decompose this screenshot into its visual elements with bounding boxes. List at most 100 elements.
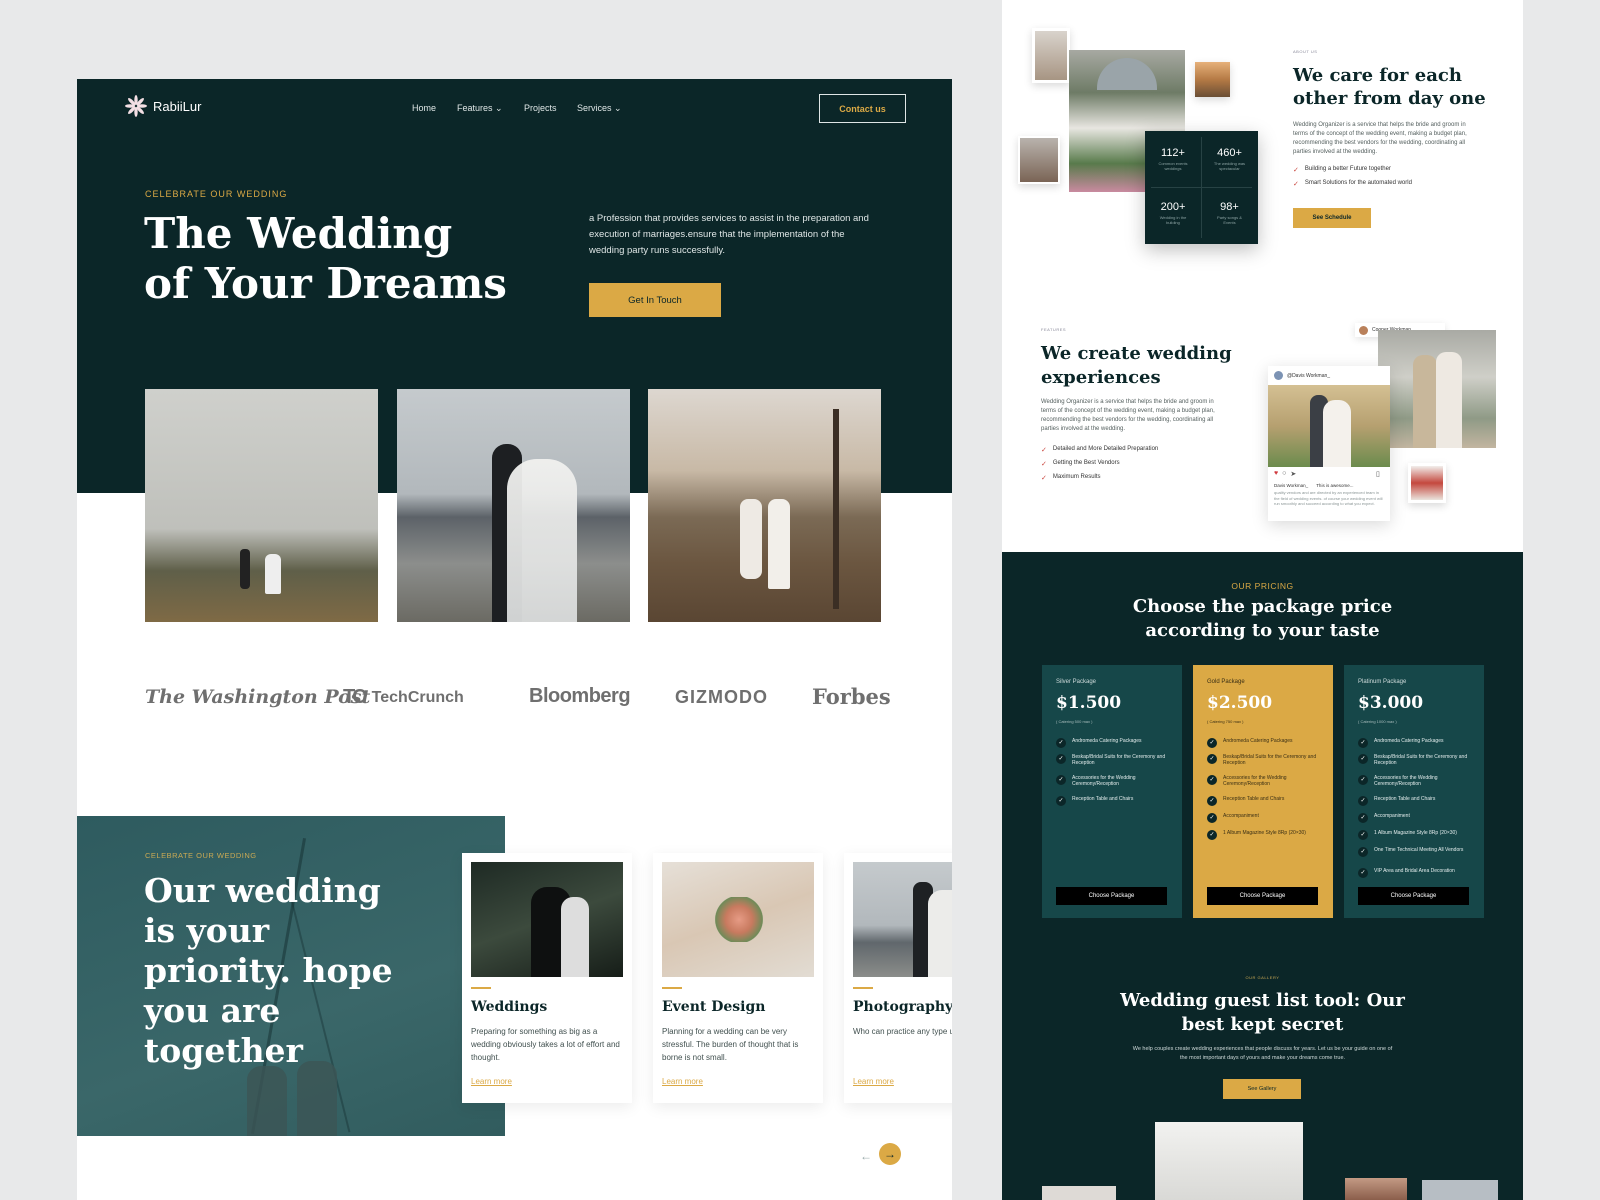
learn-more-link[interactable]: Learn more (662, 1077, 703, 1086)
share-icon[interactable]: ➤ (1290, 470, 1296, 478)
package-feature-text: Andromeda Catering Packages (1072, 738, 1142, 744)
gallery-title-line1: Wedding guest list tool: Our (1120, 990, 1405, 1011)
card-title: Weddings (471, 999, 548, 1015)
package-feature: ✓ One Time Technical Meeting All Vendors (1358, 847, 1474, 857)
collage-photo-small-1 (1032, 28, 1070, 83)
package-note: ( Catering 1000 max ) (1358, 719, 1397, 724)
post-caption-text: This is awesome... (1316, 483, 1354, 488)
see-gallery-button[interactable]: See Gallery (1223, 1079, 1301, 1099)
package-feature: ✓ Accompaniment (1358, 813, 1474, 823)
collage-photo-small-3 (1018, 136, 1060, 184)
package-feature: ✓ Beskap/Bridal Suits for the Ceremony an… (1207, 754, 1323, 766)
choose-package-button[interactable]: Choose Package (1056, 887, 1167, 905)
post-actions: ♥ ○ ➤ (1274, 470, 1296, 478)
bookmark-icon[interactable]: ▯ (1376, 470, 1380, 478)
stat-label: Common events weddings (1158, 161, 1188, 171)
gallery-title-line2: best kept secret (1181, 1014, 1344, 1035)
nav-home[interactable]: Home (412, 103, 436, 113)
package-feature: ✓ Andromeda Catering Packages (1207, 738, 1323, 748)
package-note: ( Catering 750 max ) (1207, 719, 1244, 724)
heart-icon[interactable]: ♥ (1274, 470, 1278, 478)
check-icon: ✓ (1041, 447, 1047, 454)
card-accent-bar (853, 987, 873, 989)
check-icon: ✓ (1358, 796, 1368, 806)
package-feature-text: Beskap/Bridal Suits for the Ceremony and… (1072, 754, 1166, 766)
post-caption: Davis Workman_ This is awesome... (1274, 483, 1353, 488)
package-feature: ✓ Andromeda Catering Packages (1358, 738, 1474, 748)
package-feature-text: Andromeda Catering Packages (1374, 738, 1444, 744)
card-photo-photography (853, 862, 952, 977)
choose-package-button[interactable]: Choose Package (1358, 887, 1469, 905)
nav-features-label: Features (457, 103, 493, 113)
about-text: Wedding Organizer is a service that help… (1293, 122, 1467, 155)
card-photography[interactable]: Photography Who can practice any type un… (844, 853, 952, 1103)
package-feature-text: Beskap/Bridal Suits for the Ceremony and… (1223, 754, 1317, 766)
package-feature-text: Accessories for the Wedding Ceremony/Rec… (1374, 775, 1438, 787)
check-icon: ✓ (1207, 830, 1217, 840)
package-feature-text: 1 Album Magazine Style 8Rp (20×30) (1374, 830, 1457, 836)
about-eyebrow: ABOUT US (1293, 49, 1318, 54)
card-text: Who can practice any type unless it is b… (853, 1027, 952, 1036)
about-bullet-text: Smart Solutions for the automated world (1304, 180, 1412, 186)
contact-button[interactable]: Contact us (819, 94, 906, 123)
package-platinum: Platinum Package $3.000 ( Catering 1000 … (1344, 665, 1484, 918)
nav-services[interactable]: Services ⌄ (577, 103, 622, 114)
features-photo-couple (1378, 330, 1496, 448)
card-photo-weddings (471, 862, 623, 977)
nav-projects[interactable]: Projects (524, 103, 557, 113)
brand-logo[interactable]: RabiiLur (125, 95, 201, 117)
chevron-down-icon: ⌄ (495, 103, 503, 113)
check-icon: ✓ (1041, 461, 1047, 468)
features-bullet: ✓ Getting the Best Vendors (1041, 460, 1120, 468)
gallery-title: Wedding guest list tool: Our best kept s… (1002, 989, 1523, 1037)
card-accent-bar (662, 987, 682, 989)
pricing-title-line1: Choose the package price (1132, 596, 1393, 617)
card-text: Planning for a wedding can be very stres… (662, 1027, 799, 1062)
package-feature-text: One Time Technical Meeting All Vendors (1374, 847, 1464, 853)
post-photo (1268, 385, 1390, 467)
check-icon: ✓ (1207, 796, 1217, 806)
learn-more-link[interactable]: Learn more (471, 1077, 512, 1086)
priority-eyebrow: CELEBRATE OUR WEDDING (145, 851, 257, 860)
learn-more-link[interactable]: Learn more (853, 1077, 894, 1086)
choose-package-button[interactable]: Choose Package (1207, 887, 1318, 905)
about-bullet: ✓ Building a better Future together (1293, 166, 1391, 174)
nav-features[interactable]: Features ⌄ (457, 103, 503, 114)
landing-page-left: RabiiLur Home Features ⌄ Projects Servic… (77, 79, 952, 1200)
package-name: Gold Package (1207, 679, 1245, 685)
gizmodo-logo: GIZMODO (675, 687, 768, 707)
package-name: Platinum Package (1358, 679, 1407, 685)
comment-icon[interactable]: ○ (1282, 470, 1286, 478)
check-icon: ✓ (1041, 475, 1047, 482)
package-feature-text: Reception Table and Chairs (1374, 796, 1436, 802)
arrow-right-icon[interactable]: → (879, 1143, 901, 1165)
package-feature-text: Andromeda Catering Packages (1223, 738, 1293, 744)
package-feature: ✓ 1 Album Magazine Style 8Rp (20×30) (1207, 830, 1323, 840)
check-icon: ✓ (1207, 754, 1217, 764)
get-in-touch-button[interactable]: Get In Touch (589, 283, 721, 317)
check-icon: ✓ (1358, 775, 1368, 785)
pricing-eyebrow: OUR PRICING (1231, 581, 1294, 591)
features-bullet: ✓ Detailed and More Detailed Preparation (1041, 446, 1158, 454)
features-title-line1: We create wedding (1041, 343, 1232, 364)
pricing-title-line2: according to your taste (1145, 620, 1380, 641)
pricing-title: Choose the package price according to yo… (1002, 595, 1523, 643)
card-title: Event Design (662, 999, 766, 1015)
see-schedule-button[interactable]: See Schedule (1293, 208, 1371, 228)
card-weddings[interactable]: Weddings Preparing for something as big … (462, 853, 632, 1103)
forbes-logo: Forbes (812, 684, 891, 709)
priority-title: Our wedding is your priority. hope you a… (144, 871, 393, 1070)
post-header: @Davis Workman_ (1274, 371, 1330, 380)
chevron-down-icon: ⌄ (614, 103, 622, 113)
package-feature-text: VIP Area and Bridal Area Decoration (1374, 868, 1455, 874)
stat-label: Wedding in the building (1159, 215, 1187, 225)
package-note: ( Catering 500 max ) (1056, 719, 1093, 724)
arrow-left-icon[interactable]: ← (860, 1149, 872, 1163)
features-eyebrow: FEATURES (1041, 327, 1067, 332)
package-feature-text: Accompaniment (1223, 813, 1259, 819)
washington-post-logo: The Washington Post (145, 686, 371, 708)
stat-value: 200+ (1160, 201, 1186, 213)
card-event-design[interactable]: Event Design Planning for a wedding can … (653, 853, 823, 1103)
gallery-photo-right-2 (1422, 1180, 1498, 1200)
avatar (1359, 325, 1368, 335)
